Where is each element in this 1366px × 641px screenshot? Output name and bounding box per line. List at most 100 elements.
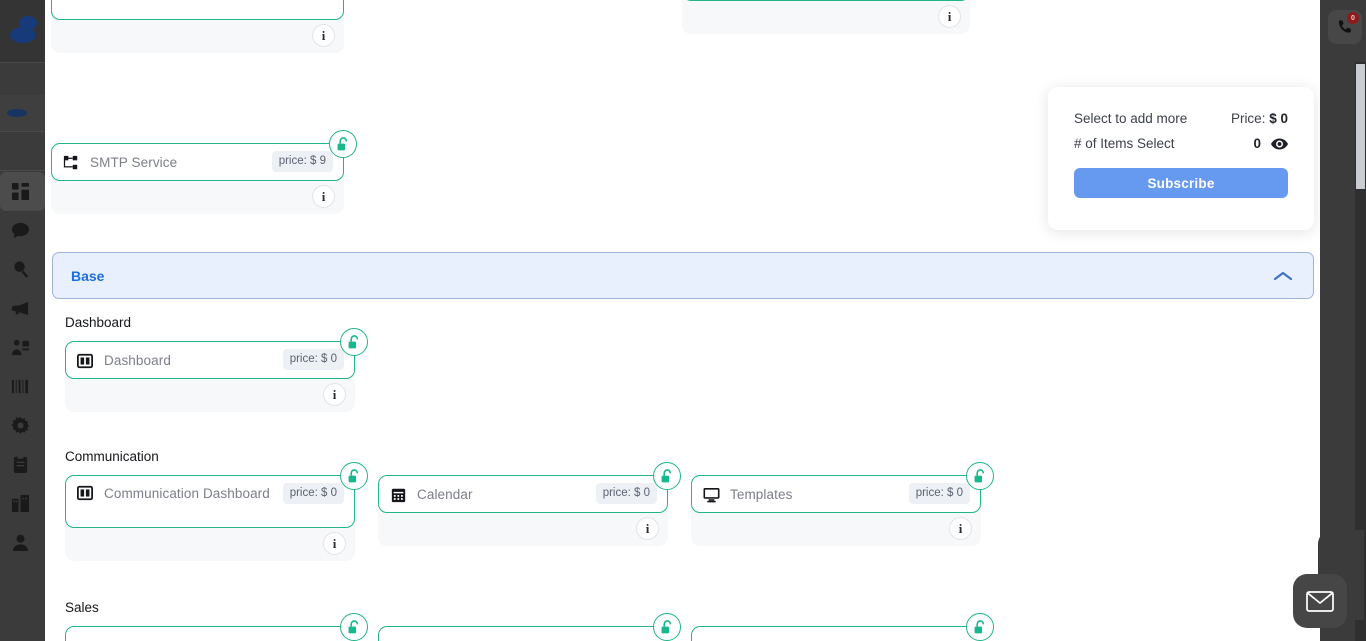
module-header[interactable]: Connect SIM Card, Text/Voice/Fax Gateway… [51,0,344,20]
module-title: Communication Dashboard [104,486,270,501]
building-icon [11,494,30,513]
sidebar-item-reports[interactable] [0,367,45,406]
subscribe-price-row: Select to add more Price: $ 0 [1074,111,1288,126]
module-title: Dashboard [104,352,171,368]
price-badge: price: $ 0 [282,483,344,504]
monitor-icon [702,487,720,503]
chat-fab[interactable] [1293,574,1347,628]
module-card[interactable] [65,613,368,641]
info-button[interactable]: i [312,185,335,208]
module-header[interactable]: Templates price: $ 0 [691,462,994,513]
phone-button[interactable]: 0 [1328,10,1362,44]
sidebar-item-profile[interactable] [0,523,45,562]
left-sidebar: S [0,0,45,641]
price-badge: price: $ 0 [282,349,344,370]
info-button[interactable]: i [312,24,335,47]
page-scrollbar-thumb[interactable] [1356,64,1365,189]
clipboard-icon [13,455,28,474]
sidebar-divider-3 [0,170,45,171]
sidebar-item-documents[interactable] [0,445,45,484]
module-card[interactable]: Connect SIM Card, Text/Voice/Fax Gateway… [51,0,344,53]
layout-icon [76,353,94,369]
user-search-icon [14,261,29,278]
module-header[interactable]: Calendar price: $ 0 [378,462,681,513]
sidebar-item-dashboard[interactable] [0,172,45,211]
unlock-icon[interactable] [329,130,357,158]
group-label-sales: Sales [65,600,99,615]
unlock-icon[interactable] [653,462,681,490]
module-card[interactable] [691,613,994,641]
accordion-header[interactable]: Base [53,253,1313,298]
sidebar-item-marketing[interactable] [0,289,45,328]
info-button[interactable]: i [636,517,659,540]
module-header[interactable]: SMTP Service price: $ 9 [51,130,357,181]
barcode-icon [11,379,29,394]
price-badge: price: $ 0 [908,483,970,504]
subscribe-panel: Select to add more Price: $ 0 # of Items… [1048,87,1314,230]
sidebar-item-settings[interactable] [0,406,45,445]
main-content: Connect SIM Card, Text/Voice/Fax Gateway… [45,0,1320,641]
unlock-icon[interactable] [966,462,994,490]
sidebar-item-inventory[interactable] [0,484,45,523]
module-card[interactable]: SMTP Service price: $ 9 i [51,130,357,214]
sidebar-divider-2 [0,131,45,132]
chevron-up-icon[interactable] [1273,270,1293,282]
items-count-label: # of Items Select [1074,136,1175,151]
module-card[interactable]: Communication Dashboard price: $ 0 i [65,462,368,561]
module-card[interactable]: Dashboard price: $ 0 i [65,328,368,412]
sidebar-item-presentation[interactable] [0,328,45,367]
unlock-icon[interactable] [340,328,368,356]
mail-envelope-icon [1306,590,1334,612]
presenter-icon [11,339,30,356]
module-card[interactable]: Connect Text/Voice/Fax Gateways price: $… [682,0,970,34]
items-count-group: 0 [1253,136,1288,151]
sidebar-item-chat[interactable] [0,211,45,250]
unlock-icon[interactable] [966,613,994,641]
price-value: $ 0 [1269,111,1288,126]
info-button[interactable]: i [938,5,961,28]
person-icon [12,534,29,552]
module-header[interactable]: Communication Dashboard price: $ 0 [65,462,368,528]
phone-badge: 0 [1347,12,1359,24]
module-card[interactable] [378,613,681,641]
sidebar-nav [0,172,45,562]
module-card[interactable]: Templates price: $ 0 i [691,462,994,546]
module-title: Templates [730,486,793,502]
sidebar-item-contacts[interactable] [0,250,45,289]
group-label-communication: Communication [65,449,159,464]
grid-icon [11,182,30,201]
price-badge: price: $ 0 [595,483,657,504]
chat-bubble-icon [11,222,30,239]
subscribe-button[interactable]: Subscribe [1074,168,1288,198]
app-logo[interactable] [0,0,45,62]
logo-people-icon [9,16,37,43]
eye-icon[interactable] [1271,137,1288,150]
price-label: Price: [1230,111,1266,126]
unlock-icon[interactable] [340,613,368,641]
accordion-title: Base [71,267,105,284]
price-badge: price: $ 9 [271,151,333,172]
info-button[interactable]: i [949,517,972,540]
items-count-value: 0 [1253,136,1261,151]
cloud-brand-icon: S [7,108,27,118]
info-button[interactable]: i [323,532,346,555]
subscribe-items-row: # of Items Select 0 [1074,136,1288,151]
layout-icon [76,485,94,501]
right-rail: 0 [1318,0,1366,641]
sidebar-divider [0,62,45,63]
module-card[interactable]: Calendar price: $ 0 i [378,462,681,546]
module-header[interactable]: Dashboard price: $ 0 [65,328,368,379]
gear-icon [11,416,30,434]
unlock-icon[interactable] [340,462,368,490]
sitemap-icon [62,155,80,171]
select-more-label: Select to add more [1074,111,1188,126]
module-body: i [682,0,970,34]
accordion-base: Base [52,252,1314,299]
unlock-icon[interactable] [653,613,681,641]
svg-text:S: S [19,108,25,118]
module-header[interactable]: Connect Text/Voice/Fax Gateways price: $… [682,0,970,1]
info-button[interactable]: i [323,383,346,406]
group-label-dashboard: Dashboard [65,315,132,330]
megaphone-icon [11,301,29,316]
calendar-icon [389,487,407,503]
